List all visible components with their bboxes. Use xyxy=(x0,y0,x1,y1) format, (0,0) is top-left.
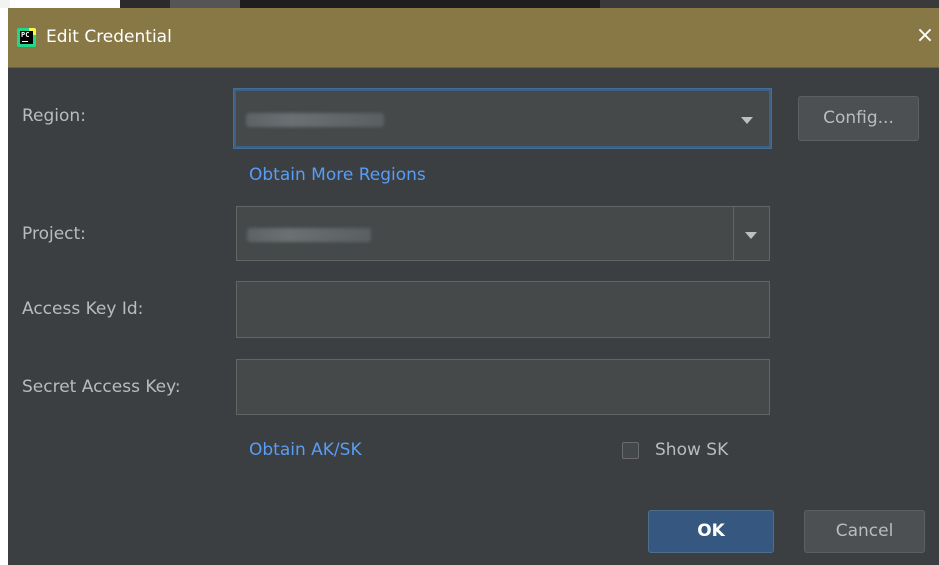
show-sk-label[interactable]: Show SK xyxy=(655,438,728,462)
region-dropdown[interactable] xyxy=(234,89,771,148)
pycharm-icon: PC xyxy=(17,28,36,47)
config-button[interactable]: Config... xyxy=(798,96,919,141)
edit-credential-dialog: PC Edit Credential × Region: Config... O… xyxy=(8,8,939,565)
cancel-button[interactable]: Cancel xyxy=(804,510,925,553)
access-key-id-label: Access Key Id: xyxy=(22,299,144,319)
background-window-strip xyxy=(0,0,939,8)
project-label: Project: xyxy=(22,224,86,244)
chevron-down-icon xyxy=(745,232,757,239)
dialog-title: Edit Credential xyxy=(46,27,172,47)
region-value-redacted xyxy=(246,113,384,127)
obtain-more-regions-link[interactable]: Obtain More Regions xyxy=(249,163,426,187)
close-icon[interactable]: × xyxy=(914,24,936,48)
app-icon-text: PC xyxy=(20,31,33,44)
access-key-id-input[interactable] xyxy=(236,281,770,338)
project-value-redacted xyxy=(247,228,371,242)
obtain-ak-sk-link[interactable]: Obtain AK/SK xyxy=(249,438,362,462)
show-sk-checkbox[interactable] xyxy=(622,442,639,459)
dropdown-separator xyxy=(733,207,734,260)
dialog-titlebar: PC Edit Credential × xyxy=(8,8,939,68)
secret-access-key-label: Secret Access Key: xyxy=(22,377,181,397)
chevron-down-icon xyxy=(741,117,753,124)
region-label: Region: xyxy=(22,106,86,126)
secret-access-key-input[interactable] xyxy=(236,359,770,415)
project-dropdown[interactable] xyxy=(236,206,770,261)
ok-button[interactable]: OK xyxy=(648,510,774,553)
